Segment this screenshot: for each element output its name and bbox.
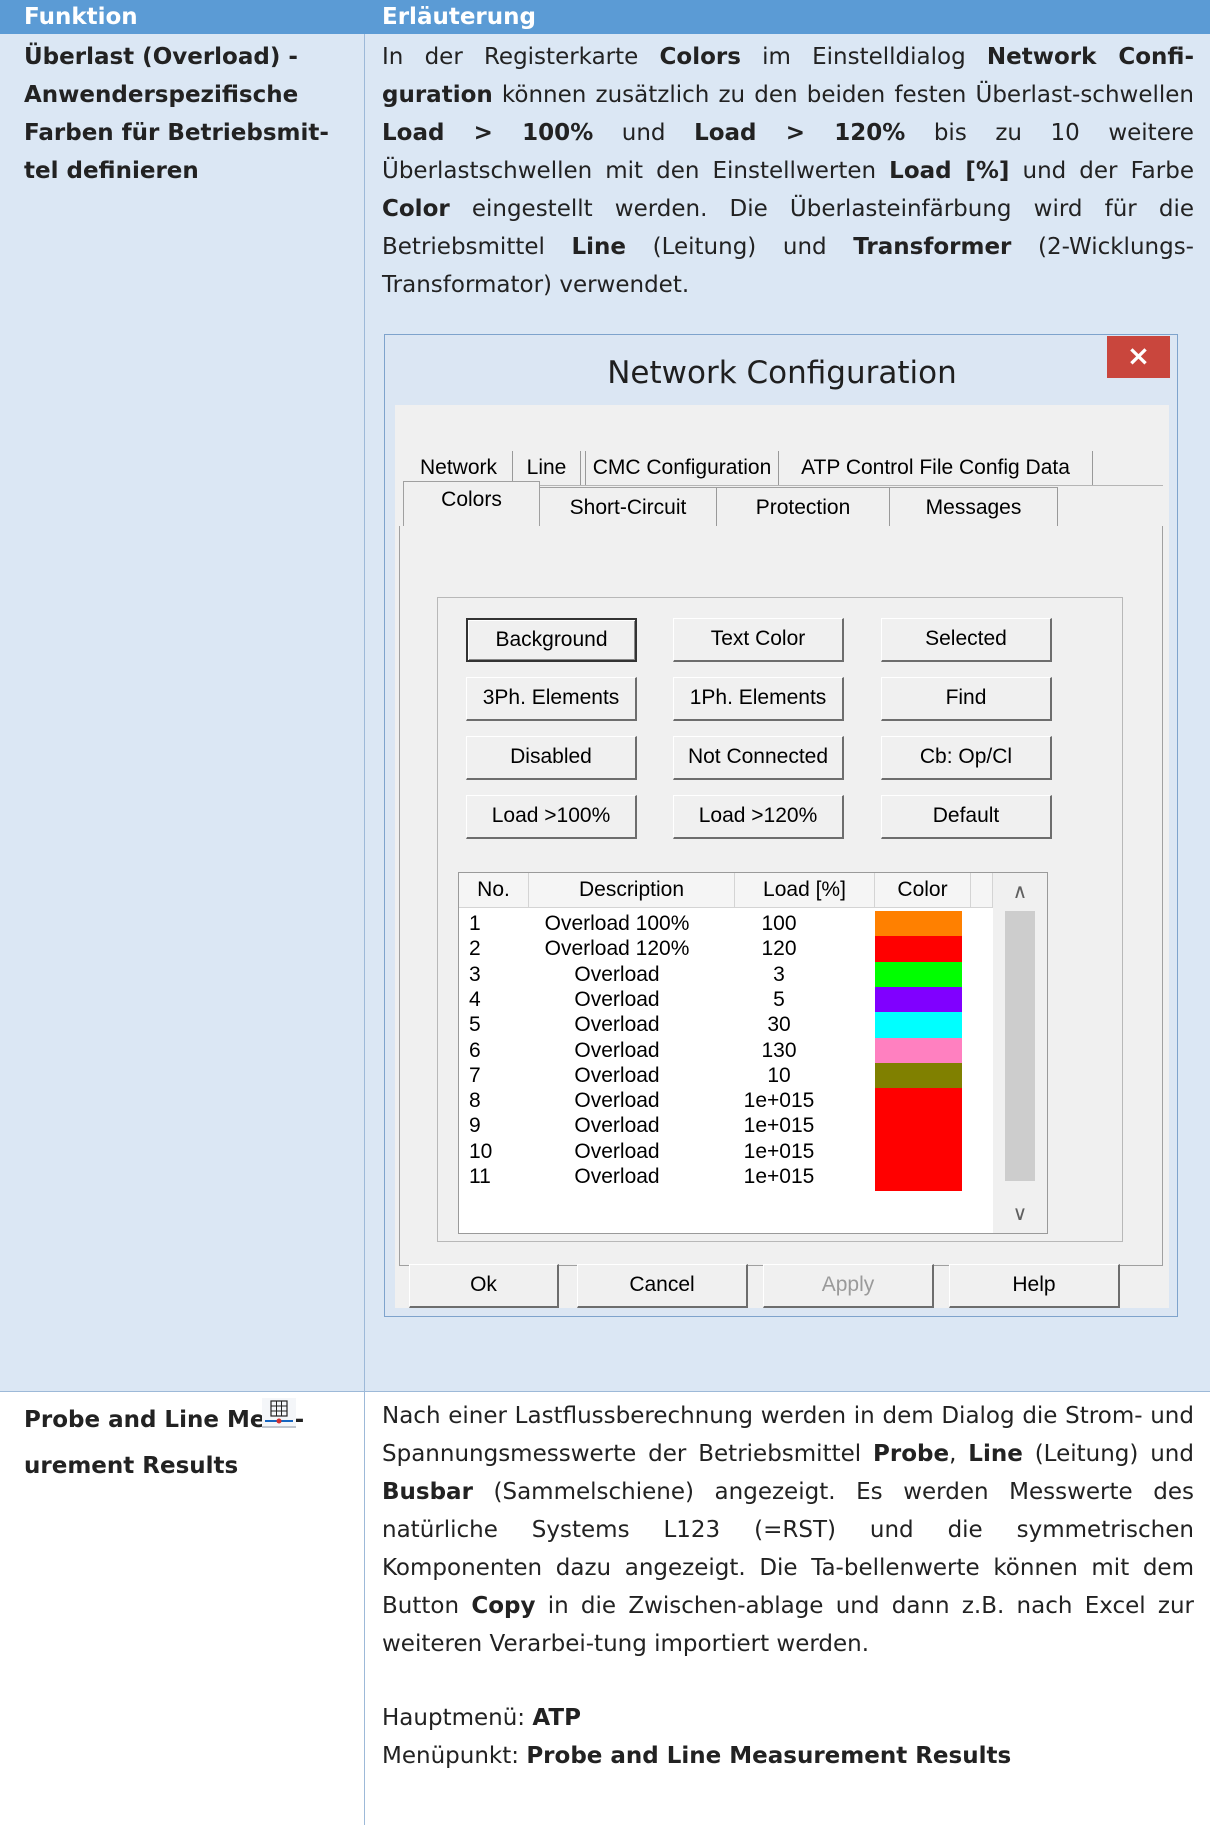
load-100-button[interactable]: Load >100% — [466, 795, 637, 839]
header-function: Funktion — [24, 4, 138, 30]
1ph-elements-button[interactable]: 1Ph. Elements — [673, 677, 844, 721]
main-menu-label: Hauptmenü: — [382, 1705, 533, 1731]
overload-title-line: Farben für Betriebsmit- — [24, 120, 329, 146]
cancel-button[interactable]: Cancel — [577, 1264, 748, 1308]
document-page: Funktion Erläuterung Überlast (Overload)… — [0, 0, 1210, 1825]
help-button[interactable]: Help — [949, 1264, 1120, 1308]
close-icon[interactable]: × — [1107, 336, 1170, 378]
tab-short-circuit[interactable]: Short-Circuit — [540, 487, 717, 527]
overload-color-list[interactable]: No. Description Load [%] Color 1 Overload… — [458, 872, 1048, 1234]
overload-title-line: Überlast (Overload) - — [24, 44, 298, 70]
apply-button[interactable]: Apply — [763, 1264, 934, 1308]
column-divider — [364, 34, 365, 1825]
tab-messages[interactable]: Messages — [890, 487, 1058, 527]
list-header-filler — [971, 873, 993, 908]
disabled-button[interactable]: Disabled — [466, 736, 637, 780]
row-divider — [0, 1391, 1210, 1392]
tab-line[interactable]: Line — [513, 451, 581, 485]
table-header: Funktion Erläuterung — [0, 0, 1210, 34]
row-load: 1e+015 — [743, 1165, 815, 1188]
tab-atp-control-file[interactable]: ATP Control File Config Data — [779, 451, 1093, 485]
table-probe-icon — [262, 1398, 296, 1428]
list-header-description[interactable]: Description — [529, 873, 735, 908]
row-number: 11 — [469, 1165, 491, 1188]
menu-item-line: Menüpunkt: Probe and Line Measurement Re… — [382, 1737, 1194, 1775]
overload-description: In der Registerkarte Colors im Einstelld… — [382, 44, 1194, 298]
dialog-client: Network Line CMC Configuration ATP Contr… — [395, 405, 1169, 1308]
tab-cmc-configuration[interactable]: CMC Configuration — [585, 451, 779, 485]
ok-button[interactable]: Ok — [409, 1264, 559, 1308]
cb-op-cl-button[interactable]: Cb: Op/Cl — [881, 736, 1052, 780]
overload-title-line: tel definieren — [24, 158, 199, 184]
main-menu-line: Hauptmenü: ATP — [382, 1699, 1194, 1737]
text-color-button[interactable]: Text Color — [673, 618, 844, 662]
tab-network[interactable]: Network — [405, 451, 513, 485]
list-scrollbar[interactable]: ∧ ∨ — [993, 873, 1047, 1233]
menu-item-value: Probe and Line Measurement Results — [526, 1743, 1012, 1769]
probe-description: Nach einer Lastflussberechnung werden in… — [382, 1403, 1195, 1657]
chevron-up-icon[interactable]: ∧ — [993, 879, 1047, 903]
overload-title-line: Anwenderspezifische — [24, 82, 299, 108]
chevron-down-icon[interactable]: ∨ — [993, 1201, 1047, 1225]
load-120-button[interactable]: Load >120% — [673, 795, 844, 839]
not-connected-button[interactable]: Not Connected — [673, 736, 844, 780]
main-menu-value: ATP — [532, 1705, 581, 1731]
3ph-elements-button[interactable]: 3Ph. Elements — [466, 677, 637, 721]
list-header-color[interactable]: Color — [875, 873, 971, 908]
background-button[interactable]: Background — [466, 618, 637, 662]
tab-colors[interactable]: Colors — [403, 481, 540, 527]
list-header-no[interactable]: No. — [459, 873, 529, 908]
dialog-title: Network Configuration — [607, 355, 957, 391]
default-button[interactable]: Default — [881, 795, 1052, 839]
row-description: Overload — [574, 1165, 660, 1188]
scrollbar-thumb[interactable] — [1005, 911, 1035, 1181]
selected-button[interactable]: Selected — [881, 618, 1052, 662]
row-color-swatch — [875, 1164, 962, 1191]
list-header-load[interactable]: Load [%] — [735, 873, 875, 908]
list-item[interactable]: 11 Overload 1e+015 — [459, 1162, 989, 1191]
header-explanation: Erläuterung — [382, 4, 536, 30]
probe-title-line: urement Results — [24, 1453, 239, 1479]
network-configuration-dialog: Network Configuration × Network Line CMC… — [384, 334, 1178, 1317]
menu-item-label: Menüpunkt: — [382, 1743, 527, 1769]
find-button[interactable]: Find — [881, 677, 1052, 721]
tab-protection[interactable]: Protection — [717, 487, 890, 527]
overload-title: Überlast (Overload) - Anwenderspezifisch… — [24, 38, 329, 190]
